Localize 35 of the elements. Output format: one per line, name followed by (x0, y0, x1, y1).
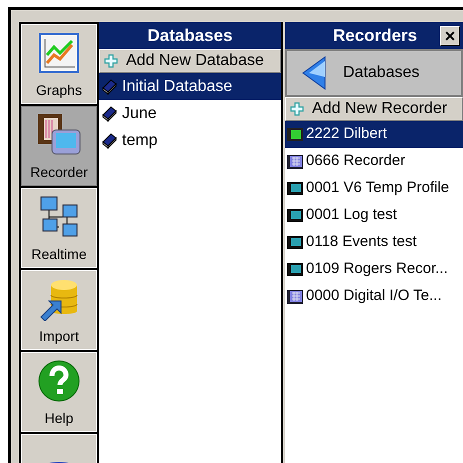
recorder-icon (287, 180, 303, 196)
back-button[interactable]: Databases (285, 49, 463, 97)
recorder-icon (287, 126, 303, 142)
recorder-item[interactable]: 0109 Rogers Recor... (285, 256, 463, 283)
plus-icon (104, 54, 118, 68)
recorder-item[interactable]: 0001 Log test (285, 202, 463, 229)
add-button[interactable]: Add New Recorder (285, 97, 463, 121)
recorder-icon (287, 288, 303, 304)
add-button[interactable]: Add New Database (99, 49, 281, 73)
database-item[interactable]: temp (99, 127, 281, 154)
panel-title: Recorders (333, 24, 418, 47)
recorder-item[interactable]: 0666 Recorder (285, 148, 463, 175)
close-button[interactable]: × (440, 26, 460, 46)
recorder-item[interactable]: 0000 Digital I/O Te... (285, 283, 463, 310)
help-icon (37, 358, 81, 402)
sidebar-button[interactable]: Graphs (21, 24, 97, 104)
recorder-item[interactable]: 0001 V6 Temp Profile (285, 175, 463, 202)
recorder-icon (36, 112, 82, 158)
recorder-icon (287, 262, 303, 278)
book-icon (101, 78, 118, 95)
plus-icon (290, 102, 304, 116)
back-arrow-icon (301, 56, 327, 90)
sidebar-button[interactable]: Help (21, 352, 97, 432)
recorder-item[interactable]: 2222 Dilbert (285, 121, 463, 148)
panel-title: Databases (99, 22, 281, 49)
database-item[interactable]: Initial Database (99, 73, 281, 100)
line-chart-icon (39, 32, 79, 72)
recorder-icon (287, 208, 303, 224)
recorder-icon (287, 154, 303, 170)
sidebar-button[interactable]: Import (21, 270, 97, 350)
sidebar-button[interactable]: Realtime (21, 188, 97, 268)
recorder-icon (287, 234, 303, 250)
database-item[interactable]: June (99, 100, 281, 127)
recorder-item[interactable]: 0118 Events test (285, 229, 463, 256)
sidebar-button[interactable]: Recorder (21, 106, 97, 186)
